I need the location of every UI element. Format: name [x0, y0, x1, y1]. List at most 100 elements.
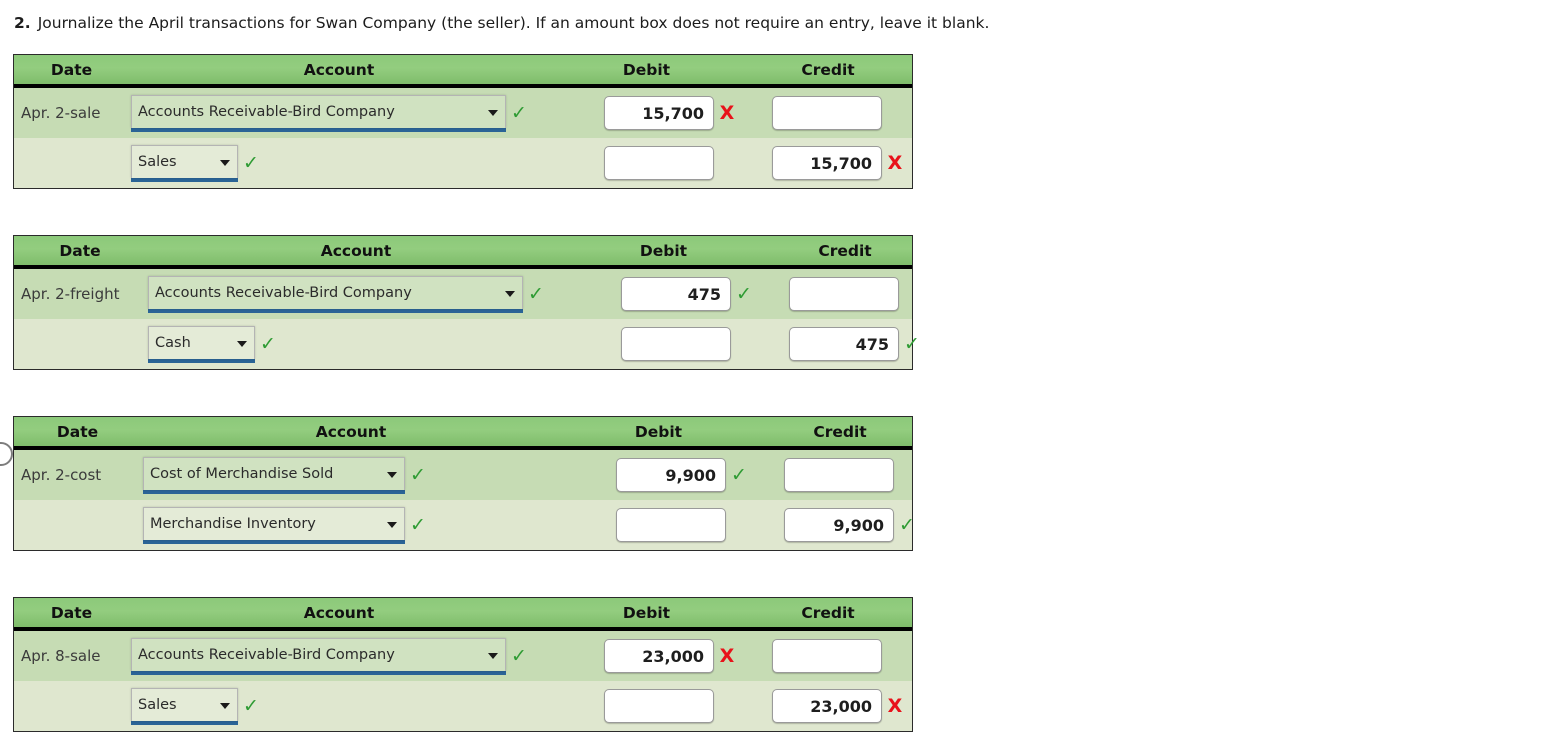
- account-select[interactable]: Accounts Receivable-Bird Company: [131, 637, 506, 671]
- credit-amount-input[interactable]: 475: [789, 327, 899, 361]
- credit-amount-input[interactable]: [789, 277, 899, 311]
- entry-credit-cell: [756, 458, 924, 492]
- account-select[interactable]: Sales: [131, 687, 238, 721]
- check-icon: ✓: [410, 463, 426, 486]
- account-select[interactable]: Accounts Receivable-Bird Company: [148, 275, 523, 309]
- check-icon: ✓: [528, 282, 544, 305]
- journal-header-row: Date Account Debit Credit: [14, 417, 912, 450]
- entry-debit-cell: [549, 689, 744, 723]
- entry-date-cell: Apr. 2-cost: [14, 466, 141, 484]
- entry-credit-cell: 475 ✓: [761, 327, 929, 361]
- entry-credit-cell: 23,000 X: [744, 689, 912, 723]
- journal-entry-row: Sales ✓ 15,700 X: [14, 138, 912, 188]
- journal-header-row: Date Account Debit Credit: [14, 55, 912, 88]
- entry-date-label: Apr. 2-cost: [21, 466, 102, 484]
- journal-apr-2-freight: Date Account Debit Credit Apr. 2-freight Acco…: [13, 235, 920, 370]
- entry-debit-cell: [561, 508, 756, 542]
- column-header-account: Account: [315, 422, 387, 441]
- select-underline: [143, 539, 405, 544]
- check-icon: ✓: [243, 151, 259, 174]
- column-header-date: Date: [50, 60, 93, 79]
- column-header-date: Date: [50, 603, 93, 622]
- entry-account-cell: Accounts Receivable-Bird Company ✓: [146, 275, 566, 313]
- entry-debit-cell: [566, 327, 761, 361]
- cross-icon: X: [887, 151, 903, 174]
- account-select[interactable]: Cash: [148, 325, 255, 359]
- credit-amount-input[interactable]: 9,900: [784, 508, 894, 542]
- account-select[interactable]: Sales: [131, 144, 238, 178]
- entry-date-label: Apr. 2-freight: [21, 285, 120, 303]
- check-icon: ✓: [243, 694, 259, 717]
- question-text: Journalize the April transactions for Sw…: [37, 14, 990, 32]
- column-header-date: Date: [56, 422, 99, 441]
- select-underline: [131, 177, 238, 182]
- entry-debit-cell: [549, 146, 744, 180]
- column-header-date: Date: [59, 241, 101, 260]
- debit-amount-input[interactable]: 9,900: [616, 458, 726, 492]
- column-header-credit: Credit: [801, 60, 855, 79]
- column-header-credit: Credit: [813, 422, 867, 441]
- check-icon: ✓: [410, 513, 426, 536]
- entry-date-cell: Apr. 2-sale: [14, 104, 129, 122]
- column-header-credit: Credit: [818, 241, 872, 260]
- journal-entry-row: Apr. 2-sale Accounts Receivable-Bird Comp…: [14, 88, 912, 138]
- journal-entry-row: Sales ✓ 23,000 X: [14, 681, 912, 731]
- entry-account-cell: Accounts Receivable-Bird Company ✓: [129, 637, 549, 675]
- journal-entry-row: Apr. 2-cost Cost of Merchandise Sold ✓ 9,90…: [14, 450, 912, 500]
- journal-entry-row: Apr. 8-sale Accounts Receivable-Bird Comp…: [14, 631, 912, 681]
- entry-credit-cell: 15,700 X: [744, 146, 912, 180]
- column-header-account: Account: [303, 603, 375, 622]
- question-prompt: 2. Journalize the April transactions for …: [14, 13, 989, 33]
- entry-account-cell: Cost of Merchandise Sold ✓: [141, 456, 561, 494]
- journal-apr-2-sale: Date Account Debit Credit Apr. 2-sale Account…: [13, 54, 913, 189]
- account-select[interactable]: Cost of Merchandise Sold: [143, 456, 405, 490]
- credit-amount-input[interactable]: [784, 458, 894, 492]
- debit-amount-input[interactable]: [604, 689, 714, 723]
- column-header-debit: Debit: [639, 241, 688, 260]
- check-icon: ✓: [904, 332, 920, 355]
- column-header-account: Account: [303, 60, 375, 79]
- check-icon: ✓: [899, 513, 915, 536]
- debit-amount-input[interactable]: [621, 327, 731, 361]
- credit-amount-input[interactable]: 23,000: [772, 689, 882, 723]
- debit-amount-input[interactable]: [616, 508, 726, 542]
- account-select[interactable]: Merchandise Inventory: [143, 506, 405, 540]
- question-number: 2.: [14, 14, 31, 32]
- journal-entry-row: Apr. 2-freight Accounts Receivable-Bird C…: [14, 269, 912, 319]
- journal-entry-row: Merchandise Inventory ✓ 9,900 ✓: [14, 500, 915, 550]
- entry-date-label: Apr. 8-sale: [21, 647, 101, 665]
- debit-amount-input[interactable]: 23,000: [604, 639, 714, 673]
- select-underline: [131, 127, 506, 132]
- entry-account-cell: Cash ✓: [146, 325, 566, 363]
- account-select[interactable]: Accounts Receivable-Bird Company: [131, 94, 506, 128]
- check-icon: ✓: [511, 644, 527, 667]
- check-icon: ✓: [260, 332, 276, 355]
- debit-amount-input[interactable]: 15,700: [604, 96, 714, 130]
- column-header-account: Account: [320, 241, 392, 260]
- cross-icon: X: [887, 694, 903, 717]
- journal-apr-8-sale: Date Account Debit Credit Apr. 8-sale Account…: [13, 597, 913, 732]
- entry-credit-cell: 9,900 ✓: [756, 508, 924, 542]
- column-header-credit: Credit: [801, 603, 855, 622]
- journal-apr-2-cost: Date Account Debit Credit Apr. 2-cost Cost of…: [13, 416, 915, 551]
- debit-amount-input[interactable]: [604, 146, 714, 180]
- cross-icon: X: [719, 101, 735, 124]
- entry-credit-cell: [744, 639, 912, 673]
- entry-credit-cell: [761, 277, 929, 311]
- credit-amount-input[interactable]: [772, 96, 882, 130]
- credit-amount-input[interactable]: [772, 639, 882, 673]
- entry-date-cell: Apr. 2-freight: [14, 285, 146, 303]
- entry-account-cell: Sales ✓: [129, 144, 549, 182]
- entry-date-cell: Apr. 8-sale: [14, 647, 129, 665]
- debit-amount-input[interactable]: 475: [621, 277, 731, 311]
- credit-amount-input[interactable]: 15,700: [772, 146, 882, 180]
- entry-account-cell: Sales ✓: [129, 687, 549, 725]
- entry-credit-cell: [744, 96, 912, 130]
- entry-debit-cell: 15,700 X: [549, 96, 744, 130]
- check-icon: ✓: [731, 463, 747, 486]
- journal-header-row: Date Account Debit Credit: [14, 236, 912, 269]
- select-underline: [148, 308, 523, 313]
- entry-debit-cell: 9,900 ✓: [561, 458, 756, 492]
- column-header-debit: Debit: [622, 603, 671, 622]
- check-icon: ✓: [511, 101, 527, 124]
